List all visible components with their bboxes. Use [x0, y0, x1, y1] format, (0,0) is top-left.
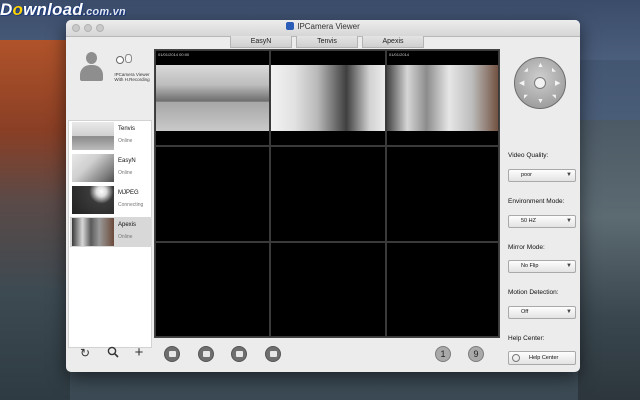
chevron-down-icon: ▼: [566, 263, 572, 269]
search-icon[interactable]: [106, 346, 120, 360]
camera-item-easyn[interactable]: EasyN Online: [70, 153, 152, 183]
video-quality-select[interactable]: poor ▼: [508, 169, 576, 182]
arrow-down-left-icon[interactable]: ◤: [524, 94, 528, 101]
camera-view-9[interactable]: [386, 242, 499, 337]
video-frame: [156, 65, 269, 131]
arrow-left-icon[interactable]: ◀: [519, 80, 524, 87]
camera-thumbnail: [72, 122, 114, 150]
camera-item-apexis[interactable]: Apexis Online: [70, 217, 152, 247]
environment-mode-select[interactable]: 50 HZ ▼: [508, 215, 576, 228]
app-logo-icon: [116, 54, 132, 68]
plus-icon[interactable]: +: [132, 345, 146, 360]
chevron-down-icon: ▼: [566, 218, 572, 224]
profile-panel: IPCamera Viewer With H.Recording: [68, 42, 152, 112]
camera-thumbnail: [72, 186, 114, 214]
layout-single-button[interactable]: 1: [435, 346, 451, 362]
tab-apexis[interactable]: Apexis: [362, 36, 424, 48]
tab-tenvis[interactable]: Tenvis: [296, 36, 358, 48]
camera-item-mjpeg[interactable]: MJPEG Connecting: [70, 185, 152, 215]
desktop-mountain-left: [0, 40, 70, 400]
camera-status: Connecting: [118, 202, 144, 208]
photo-icon[interactable]: [231, 346, 247, 362]
sidebar: IPCamera Viewer With H.Recording Tenvis O…: [68, 38, 152, 348]
video-quality-label: Video Quality:: [508, 152, 549, 159]
user-avatar-icon: [78, 52, 104, 82]
layout-grid-button[interactable]: 9: [468, 346, 484, 362]
control-panel: ▲ ▼ ◀ ▶ ◢ ◣ ◤ ◥ Video Quality: poor ▼ Env…: [504, 49, 578, 369]
help-center-button[interactable]: Help Center: [508, 351, 576, 365]
camera-view-6[interactable]: [386, 146, 499, 242]
help-center-label: Help Center:: [508, 335, 545, 342]
camera-list: Tenvis Online EasyN Online MJPEG Connect…: [68, 120, 152, 348]
video-frame: [271, 65, 385, 131]
app-icon: [286, 22, 295, 30]
refresh-icon[interactable]: ↻: [78, 346, 92, 360]
camera-thumbnail: [72, 154, 114, 182]
tab-easyn[interactable]: EasyN: [230, 36, 292, 48]
title-bar[interactable]: IPCamera Viewer: [66, 20, 580, 37]
arrow-down-icon[interactable]: ▼: [537, 98, 544, 105]
camera-view-5[interactable]: [270, 146, 386, 242]
camera-thumbnail: [72, 218, 114, 246]
camera-view-3[interactable]: 01/01/2014: [386, 50, 499, 146]
camera-status: Online: [118, 138, 133, 144]
camera-grid: 01/01/2014 00:00 01/01/2014: [154, 49, 500, 338]
video-toolbar: 1 9: [154, 342, 500, 366]
ptz-direction-pad[interactable]: ▲ ▼ ◀ ▶ ◢ ◣ ◤ ◥: [514, 57, 566, 109]
environment-mode-label: Environment Mode:: [508, 198, 565, 205]
mirror-mode-label: Mirror Mode:: [508, 244, 545, 251]
window-title: IPCamera Viewer: [66, 22, 580, 31]
sidebar-toolbar: ↻ +: [74, 345, 154, 364]
camera-icon[interactable]: [164, 346, 180, 362]
app-caption: IPCamera Viewer With H.Recording: [114, 72, 150, 82]
camera-view-4[interactable]: [155, 146, 270, 242]
motion-detection-select[interactable]: Off ▼: [508, 306, 576, 319]
arrow-up-left-icon[interactable]: ◢: [524, 67, 528, 74]
app-window: IPCamera Viewer EasyN Tenvis Apexis IPCa…: [66, 20, 580, 372]
camera-view-1[interactable]: 01/01/2014 00:00: [155, 50, 270, 146]
camera-name: MJPEG: [118, 190, 139, 196]
desktop-mountain-right: [578, 120, 640, 400]
camera-status: Online: [118, 170, 133, 176]
video-frame: [387, 65, 498, 131]
chevron-down-icon: ▼: [566, 172, 572, 178]
camera-status: Online: [118, 234, 133, 240]
camera-view-2[interactable]: [270, 50, 386, 146]
chevron-down-icon: ▼: [566, 309, 572, 315]
watermark-logo: Download.com.vn: [0, 0, 126, 19]
camera-name: EasyN: [118, 158, 136, 164]
arrow-right-icon[interactable]: ▶: [555, 80, 560, 87]
arrow-up-right-icon[interactable]: ◣: [552, 67, 556, 74]
camera-view-8[interactable]: [270, 242, 386, 337]
film-icon[interactable]: [265, 346, 281, 362]
feed-timestamp: 01/01/2014: [389, 52, 410, 57]
camera-item-tenvis[interactable]: Tenvis Online: [70, 121, 152, 151]
arrow-down-right-icon[interactable]: ◥: [552, 94, 556, 101]
camera-name: Tenvis: [118, 126, 136, 132]
camera-name: Apexis: [118, 222, 137, 228]
feed-timestamp: 01/01/2014 00:00: [158, 52, 190, 57]
help-icon: [512, 354, 520, 362]
mirror-mode-select[interactable]: No Flip ▼: [508, 260, 576, 273]
arrow-up-icon[interactable]: ▲: [537, 62, 544, 69]
camera-view-7[interactable]: [155, 242, 270, 337]
ptz-center-button[interactable]: [534, 77, 546, 89]
motion-detection-label: Motion Detection:: [508, 289, 559, 296]
video-camera-icon[interactable]: [198, 346, 214, 362]
